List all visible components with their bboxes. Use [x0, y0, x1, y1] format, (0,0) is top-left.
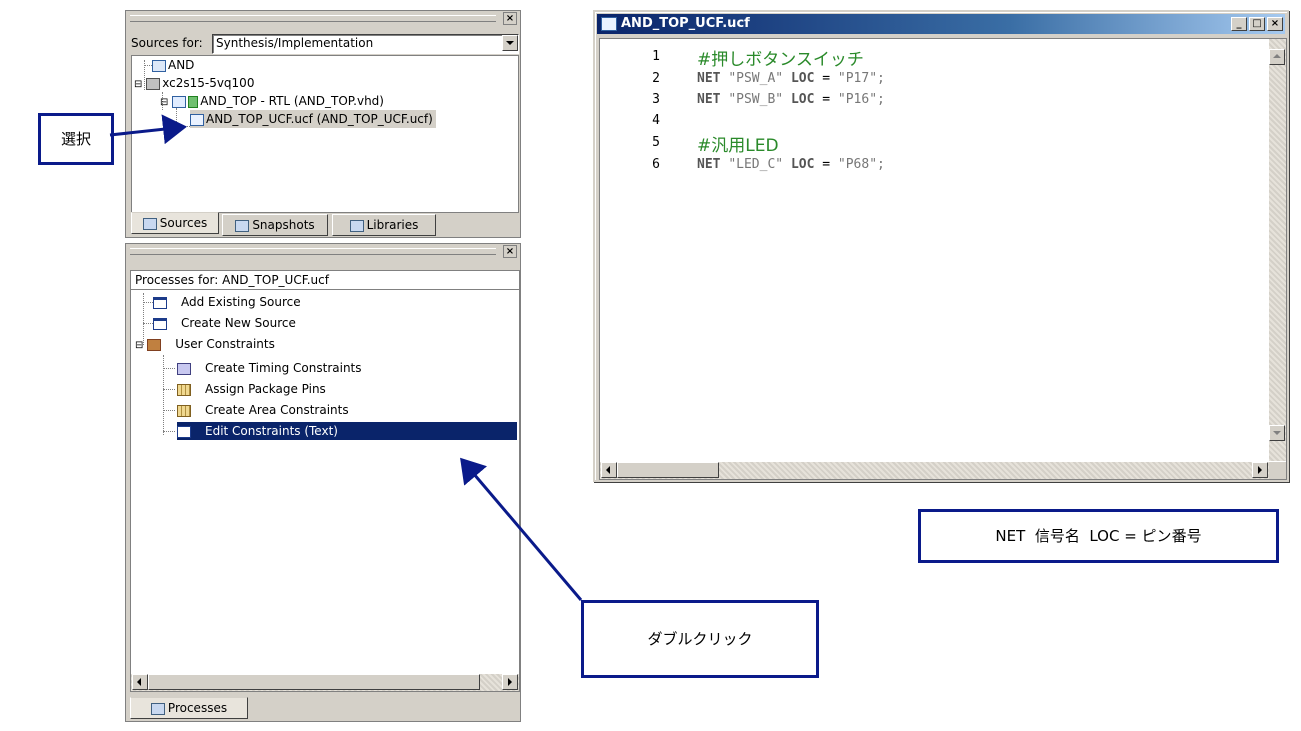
document-icon: [177, 425, 191, 438]
processes-icon: [150, 702, 165, 715]
editor-titlebar[interactable]: AND_TOP_UCF.ucf _ □ ×: [597, 14, 1285, 34]
maximize-button[interactable]: □: [1249, 17, 1265, 31]
processes-panel-gripbar[interactable]: ×: [126, 244, 520, 258]
code-line: NET "PSW_A" LOC = "P17";: [697, 71, 885, 86]
sources-panel: × Sources for: Synthesis/Implementation …: [125, 10, 521, 238]
line-number: 1: [652, 49, 660, 64]
scroll-right-button[interactable]: [1252, 462, 1268, 478]
processes-panel: × Processes for: AND_TOP_UCF.ucf Add Exi…: [125, 243, 521, 722]
process-item[interactable]: Create New Source: [153, 314, 296, 332]
scroll-right-button[interactable]: [502, 674, 518, 690]
sources-panel-gripbar[interactable]: ×: [126, 11, 520, 25]
scroll-up-button[interactable]: [1269, 49, 1285, 65]
tab-libraries[interactable]: Libraries: [332, 214, 436, 236]
tree-item[interactable]: ⊟ xc2s15-5vq100: [134, 74, 254, 92]
tree-item-selected[interactable]: AND_TOP_UCF.ucf (AND_TOP_UCF.ucf): [190, 110, 436, 128]
tab-processes[interactable]: Processes: [130, 697, 248, 719]
sources-for-label: Sources for:: [131, 36, 203, 50]
libraries-icon: [349, 219, 364, 232]
select-callout: 選択: [38, 113, 114, 165]
window-icon: [153, 317, 167, 330]
file-icon: [152, 59, 166, 72]
processes-close-icon[interactable]: ×: [503, 245, 517, 258]
module-icon: [188, 95, 199, 108]
syntax-callout: NET 信号名 LOC = ピン番号: [918, 509, 1279, 563]
collapse-icon[interactable]: ⊟: [160, 97, 168, 108]
process-item[interactable]: Add Existing Source: [153, 293, 301, 311]
window-icon: [153, 296, 167, 309]
line-number: 2: [652, 71, 660, 86]
tree-item[interactable]: AND: [152, 56, 194, 74]
collapse-icon[interactable]: ⊟: [135, 340, 143, 351]
scroll-down-button[interactable]: [1269, 425, 1285, 441]
process-item[interactable]: Assign Package Pins: [177, 380, 326, 398]
editor-window: AND_TOP_UCF.ucf _ □ × 1 #押しボタンスイッチ 2 NET…: [593, 10, 1289, 482]
scroll-thumb[interactable]: [148, 674, 480, 690]
processes-header: Processes for: AND_TOP_UCF.ucf: [131, 271, 519, 290]
grid-icon: [177, 404, 191, 417]
code-line: #汎用LED: [697, 136, 779, 156]
collapse-icon[interactable]: ⊟: [134, 79, 142, 90]
scroll-left-button[interactable]: [601, 462, 617, 478]
scroll-thumb[interactable]: [617, 462, 719, 478]
line-number: 6: [652, 157, 660, 172]
sources-tree: AND ⊟ xc2s15-5vq100 ⊟ AND_TOP - RTL (AND…: [131, 55, 519, 213]
editor-vscroll-track[interactable]: [1269, 39, 1286, 461]
line-number: 5: [652, 135, 660, 150]
ucf-file-icon: [601, 17, 617, 31]
timing-icon: [177, 362, 191, 375]
double-click-callout: ダブルクリック: [581, 600, 819, 678]
sources-for-select[interactable]: Synthesis/Implementation: [212, 34, 519, 54]
ucf-file-icon: [190, 113, 204, 126]
tools-icon: [147, 338, 162, 351]
scroll-left-button[interactable]: [132, 674, 148, 690]
line-number: 3: [652, 92, 660, 107]
vhdl-module-icon: [172, 95, 187, 108]
code-editor[interactable]: 1 #押しボタンスイッチ 2 NET "PSW_A" LOC = "P17"; …: [599, 38, 1287, 480]
processes-tree: Processes for: AND_TOP_UCF.ucf Add Exist…: [130, 270, 520, 692]
sources-icon: [142, 217, 157, 230]
sources-for-value: Synthesis/Implementation: [216, 36, 374, 50]
code-line: NET "PSW_B" LOC = "P16";: [697, 92, 885, 107]
snapshots-icon: [235, 219, 250, 232]
tab-snapshots[interactable]: Snapshots: [222, 214, 328, 236]
code-line: #押しボタンスイッチ: [697, 50, 864, 70]
process-item[interactable]: ⊟ User Constraints: [135, 335, 275, 353]
sources-close-icon[interactable]: ×: [503, 12, 517, 25]
chip-icon: [146, 77, 161, 90]
chevron-down-icon[interactable]: [502, 35, 518, 51]
scroll-corner: [1269, 462, 1286, 479]
process-item-selected[interactable]: Edit Constraints (Text): [177, 422, 517, 440]
minimize-button[interactable]: _: [1231, 17, 1247, 31]
close-button[interactable]: ×: [1267, 17, 1283, 31]
tree-item[interactable]: ⊟ AND_TOP - RTL (AND_TOP.vhd): [160, 92, 384, 110]
tab-sources[interactable]: Sources: [131, 212, 219, 234]
code-line: NET "LED_C" LOC = "P68";: [697, 157, 885, 172]
line-number: 4: [652, 113, 660, 128]
editor-title: AND_TOP_UCF.ucf: [621, 16, 750, 31]
process-item[interactable]: Create Timing Constraints: [177, 359, 362, 377]
process-item[interactable]: Create Area Constraints: [177, 401, 349, 419]
grid-icon: [177, 383, 191, 396]
